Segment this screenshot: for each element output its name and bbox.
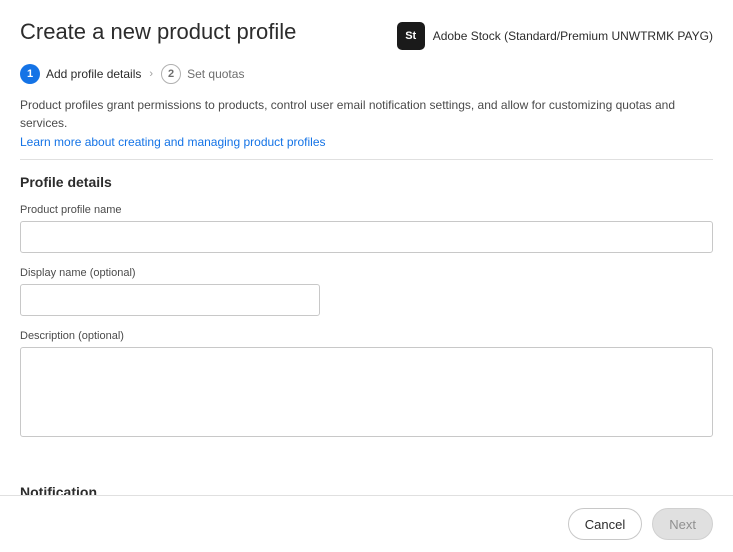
info-section: Product profiles grant permissions to pr… (0, 94, 733, 159)
modal-footer: Cancel Next (0, 495, 733, 552)
product-name: Adobe Stock (Standard/Premium UNWTRMK PA… (433, 29, 713, 43)
product-profile-name-label: Product profile name (20, 204, 713, 216)
cancel-button[interactable]: Cancel (568, 508, 642, 540)
learn-more-link[interactable]: Learn more about creating and managing p… (20, 135, 713, 149)
scrollable-content[interactable]: Profile details Product profile name Dis… (0, 160, 733, 495)
display-name-label: Display name (optional) (20, 267, 713, 279)
step-1: 1 Add profile details (20, 64, 141, 84)
notification-section: Notification Notify users by email ▾ (0, 470, 733, 495)
step-1-circle: 1 (20, 64, 40, 84)
modal-header: Create a new product profile St Adobe St… (0, 0, 733, 50)
step-2-circle: 2 (161, 64, 181, 84)
step-2: 2 Set quotas (161, 64, 244, 84)
display-name-group: Display name (optional) (20, 267, 713, 316)
notification-title: Notification (20, 484, 713, 495)
product-profile-name-group: Product profile name (20, 204, 713, 253)
display-name-input[interactable] (20, 284, 320, 316)
step-2-label: Set quotas (187, 67, 244, 81)
description-input[interactable] (20, 347, 713, 437)
product-profile-name-input[interactable] (20, 221, 713, 253)
step-1-label: Add profile details (46, 67, 141, 81)
profile-details-title: Profile details (20, 174, 713, 190)
modal-container: Create a new product profile St Adobe St… (0, 0, 733, 552)
info-description: Product profiles grant permissions to pr… (20, 96, 713, 132)
product-icon: St (397, 22, 425, 50)
profile-details-section: Profile details Product profile name Dis… (0, 160, 733, 470)
next-button[interactable]: Next (652, 508, 713, 540)
description-group: Description (optional) (20, 330, 713, 442)
description-label: Description (optional) (20, 330, 713, 342)
modal-title: Create a new product profile (20, 18, 296, 47)
product-badge: St Adobe Stock (Standard/Premium UNWTRMK… (397, 22, 713, 50)
step-chevron-icon: › (149, 68, 153, 80)
steps-bar: 1 Add profile details › 2 Set quotas (0, 50, 733, 94)
